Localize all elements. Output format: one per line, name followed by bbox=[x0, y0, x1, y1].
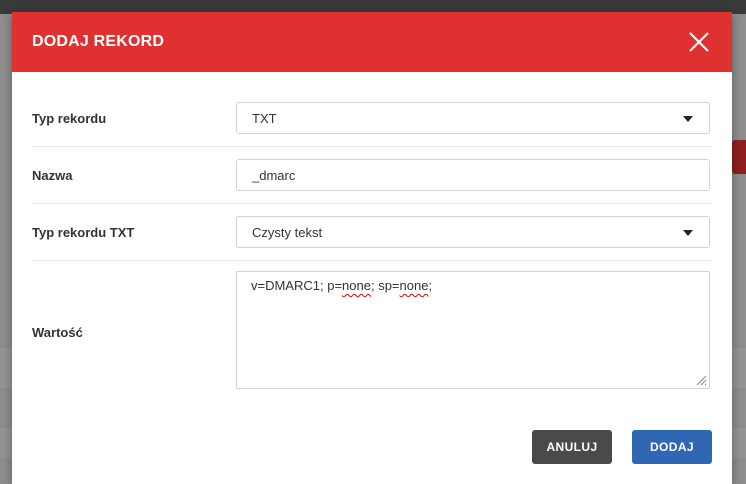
add-button[interactable]: DODAJ bbox=[632, 430, 712, 464]
name-value: _dmarc bbox=[252, 168, 296, 183]
record-type-value: TXT bbox=[252, 111, 277, 126]
record-form: Typ rekordu TXT Nazwa _dmarc Typ rekordu… bbox=[32, 90, 712, 401]
txt-record-type-value: Czysty tekst bbox=[252, 225, 323, 240]
cancel-button[interactable]: ANULUJ bbox=[532, 430, 612, 464]
value-text: v=DMARC1; p=none; sp=none; bbox=[251, 278, 433, 293]
background-tab bbox=[732, 140, 746, 174]
txt-record-type-select[interactable]: Czysty tekst bbox=[236, 216, 710, 248]
resize-handle-icon[interactable] bbox=[695, 374, 707, 386]
chevron-down-icon bbox=[683, 230, 693, 236]
value-label: Wartość bbox=[32, 325, 83, 340]
record-type-row: Typ rekordu TXT bbox=[32, 90, 712, 147]
name-input[interactable]: _dmarc bbox=[236, 159, 710, 191]
chevron-down-icon bbox=[683, 116, 693, 122]
dialog-header: DODAJ REKORD bbox=[12, 12, 732, 72]
value-textarea[interactable]: v=DMARC1; p=none; sp=none; bbox=[236, 271, 710, 389]
close-button[interactable] bbox=[688, 31, 710, 53]
record-type-select[interactable]: TXT bbox=[236, 102, 710, 134]
name-row: Nazwa _dmarc bbox=[32, 147, 712, 204]
add-record-dialog: DODAJ REKORD Typ rekordu TXT Nazwa _dmar… bbox=[12, 12, 732, 484]
record-type-label: Typ rekordu bbox=[32, 111, 107, 126]
close-icon bbox=[689, 32, 709, 52]
txt-record-type-row: Typ rekordu TXT Czysty tekst bbox=[32, 204, 712, 261]
dialog-title: DODAJ REKORD bbox=[32, 33, 165, 50]
value-row: Wartość v=DMARC1; p=none; sp=none; bbox=[32, 261, 712, 401]
txt-record-type-label: Typ rekordu TXT bbox=[32, 225, 135, 240]
name-label: Nazwa bbox=[32, 168, 73, 183]
